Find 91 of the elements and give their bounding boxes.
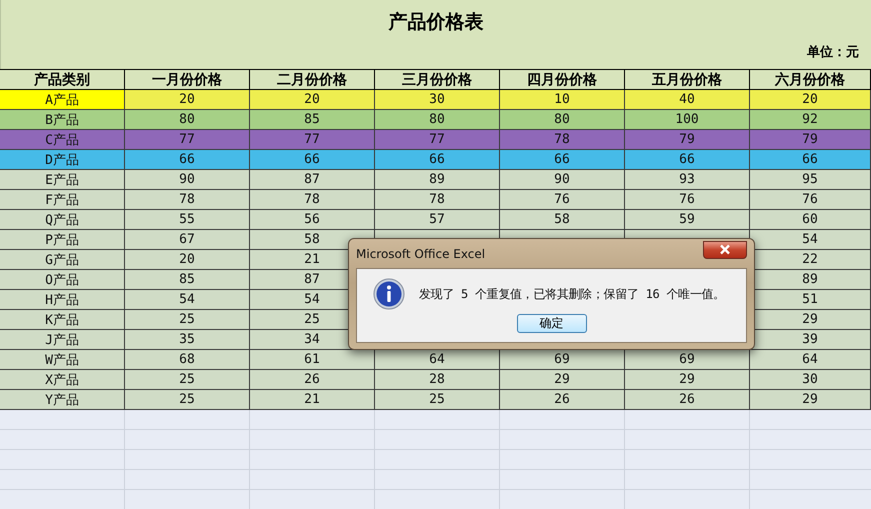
table-cell: 28 (375, 370, 500, 390)
table-cell: 87 (250, 170, 375, 190)
table-cell: 25 (375, 390, 500, 410)
table-cell: F产品 (0, 190, 125, 210)
table-cell: 80 (125, 110, 250, 130)
table-cell: 90 (125, 170, 250, 190)
close-button[interactable] (703, 240, 747, 258)
table-cell: 57 (375, 210, 500, 230)
table-cell: 77 (125, 130, 250, 150)
table-cell: 66 (625, 150, 750, 170)
table-cell: 66 (500, 150, 625, 170)
dialog-message: 发现了 5 个重复值，已将其删除；保留了 16 个唯一值。 (419, 286, 725, 302)
table-cell: D产品 (0, 150, 125, 170)
table-cell: O产品 (0, 270, 125, 290)
table-cell: 25 (125, 310, 250, 330)
table-cell: 89 (375, 170, 500, 190)
table-cell: Y产品 (0, 390, 125, 410)
table-cell: 29 (750, 390, 871, 410)
table-cell: 80 (375, 110, 500, 130)
table-cell: 20 (750, 90, 871, 110)
table-cell: 76 (500, 190, 625, 210)
table-cell: 95 (750, 170, 871, 190)
info-icon (373, 278, 405, 310)
table-cell: 64 (375, 350, 500, 370)
ok-button[interactable]: 确定 (516, 314, 586, 333)
unit-label: 单位：元 (807, 44, 859, 61)
table-cell: 30 (375, 90, 500, 110)
table-cell: 78 (125, 190, 250, 210)
table-cell: C产品 (0, 130, 125, 150)
table-cell: 40 (625, 90, 750, 110)
table-cell: 58 (500, 210, 625, 230)
table-cell: 59 (625, 210, 750, 230)
table-cell: 79 (750, 130, 871, 150)
table-cell: 10 (500, 90, 625, 110)
table-cell: Q产品 (0, 210, 125, 230)
table-cell: 78 (250, 190, 375, 210)
table-cell: 77 (250, 130, 375, 150)
table-cell: 80 (500, 110, 625, 130)
table-cell: 54 (750, 230, 871, 250)
table-cell: 26 (625, 390, 750, 410)
table-cell: J产品 (0, 330, 125, 350)
table-cell: P产品 (0, 230, 125, 250)
table-cell: 66 (250, 150, 375, 170)
sheet-title: 产品价格表 (388, 10, 484, 35)
table-cell: 100 (625, 110, 750, 130)
table-cell: 29 (500, 370, 625, 390)
table-cell: 39 (750, 330, 871, 350)
table-cell: 25 (125, 390, 250, 410)
table-cell: 20 (125, 250, 250, 270)
table-cell: X产品 (0, 370, 125, 390)
table-cell: 77 (375, 130, 500, 150)
table-cell: 92 (750, 110, 871, 130)
table-cell: 66 (750, 150, 871, 170)
close-icon (719, 244, 731, 255)
table-cell: 78 (375, 190, 500, 210)
table-cell: 29 (625, 370, 750, 390)
table-cell: 85 (250, 110, 375, 130)
table-cell: 76 (750, 190, 871, 210)
table-cell: W产品 (0, 350, 125, 370)
table-cell: H产品 (0, 290, 125, 310)
table-cell: 76 (625, 190, 750, 210)
table-cell: K产品 (0, 310, 125, 330)
table-cell: A产品 (0, 90, 125, 110)
table-cell: 78 (500, 130, 625, 150)
table-cell: 26 (250, 370, 375, 390)
table-cell: B产品 (0, 110, 125, 130)
table-cell: G产品 (0, 250, 125, 270)
table-cell: 68 (125, 350, 250, 370)
table-cell: 21 (250, 390, 375, 410)
table-cell: 69 (625, 350, 750, 370)
table-cell: 26 (500, 390, 625, 410)
table-cell: 35 (125, 330, 250, 350)
table-cell: 20 (125, 90, 250, 110)
table-cell: 66 (375, 150, 500, 170)
table-cell: 79 (625, 130, 750, 150)
table-cell: 30 (750, 370, 871, 390)
table-cell: 61 (250, 350, 375, 370)
table-cell: 93 (625, 170, 750, 190)
table-cell: 20 (250, 90, 375, 110)
table-cell: 25 (125, 370, 250, 390)
table-cell: 56 (250, 210, 375, 230)
table-cell: 90 (500, 170, 625, 190)
table-cell: E产品 (0, 170, 125, 190)
table-cell: 67 (125, 230, 250, 250)
table-cell: 69 (500, 350, 625, 370)
table-cell: 60 (750, 210, 871, 230)
table-cell: 66 (125, 150, 250, 170)
table-cell: 55 (125, 210, 250, 230)
table-cell: 64 (750, 350, 871, 370)
table-cell: 85 (125, 270, 250, 290)
table-cell: 54 (125, 290, 250, 310)
